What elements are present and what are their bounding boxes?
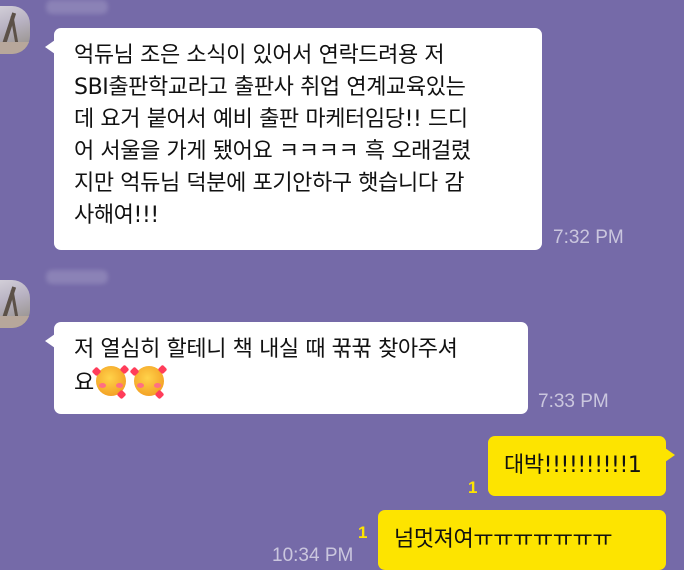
message-text-line: 요 <box>74 364 512 400</box>
message-text-line: SBI출판학교라고 출판사 취업 연계교육있는 <box>74 75 466 100</box>
message-text-line: 저 열심히 할테니 책 내실 때 꾺꾺 찾아주셔 <box>74 337 458 362</box>
message-text-fragment: 요 <box>74 371 94 396</box>
sender-name-blurred <box>46 270 108 284</box>
message-text: 대박!!!!!!!!!!1 <box>504 453 642 478</box>
outgoing-message-bubble[interactable]: 대박!!!!!!!!!!1 <box>488 436 675 496</box>
message-timestamp: 10:34 PM <box>272 545 354 566</box>
message-text-line: 데 요거 붙어서 예비 출판 마케터임당!! 드디 <box>74 107 468 132</box>
sender-name-blurred <box>46 0 108 14</box>
incoming-message-bubble[interactable]: 억듀님 조은 소식이 있어서 연락드려용 저 SBI출판학교라고 출판사 취업 … <box>45 28 542 250</box>
message-text-line: 억듀님 조은 소식이 있어서 연락드려용 저 <box>74 43 445 68</box>
message-text: 넘멋져여ㅠㅠㅠㅠㅠㅠㅠ <box>394 527 613 552</box>
unread-count: 1 <box>358 523 368 542</box>
smiling-face-with-hearts-icon <box>91 364 130 400</box>
sender-avatar[interactable] <box>0 280 30 328</box>
outgoing-message-bubble[interactable]: 넘멋져여ㅠㅠㅠㅠㅠㅠㅠ <box>378 510 666 570</box>
message-text-line: 어 서울을 가게 됐어요 ㅋㅋㅋㅋ 흑 오래걸렸 <box>74 139 471 164</box>
message-timestamp: 7:32 PM <box>553 227 624 248</box>
smiling-face-with-hearts-icon <box>129 364 168 400</box>
sender-avatar[interactable] <box>0 6 30 54</box>
unread-count: 1 <box>468 478 478 497</box>
message-text-line: 사해여!!! <box>74 203 159 228</box>
incoming-message-bubble[interactable]: 저 열심히 할테니 책 내실 때 꾺꾺 찾아주셔 요 <box>45 322 528 414</box>
message-timestamp: 7:33 PM <box>538 391 609 412</box>
message-text-line: 지만 억듀님 덕분에 포기안하구 햇습니다 감 <box>74 171 465 196</box>
